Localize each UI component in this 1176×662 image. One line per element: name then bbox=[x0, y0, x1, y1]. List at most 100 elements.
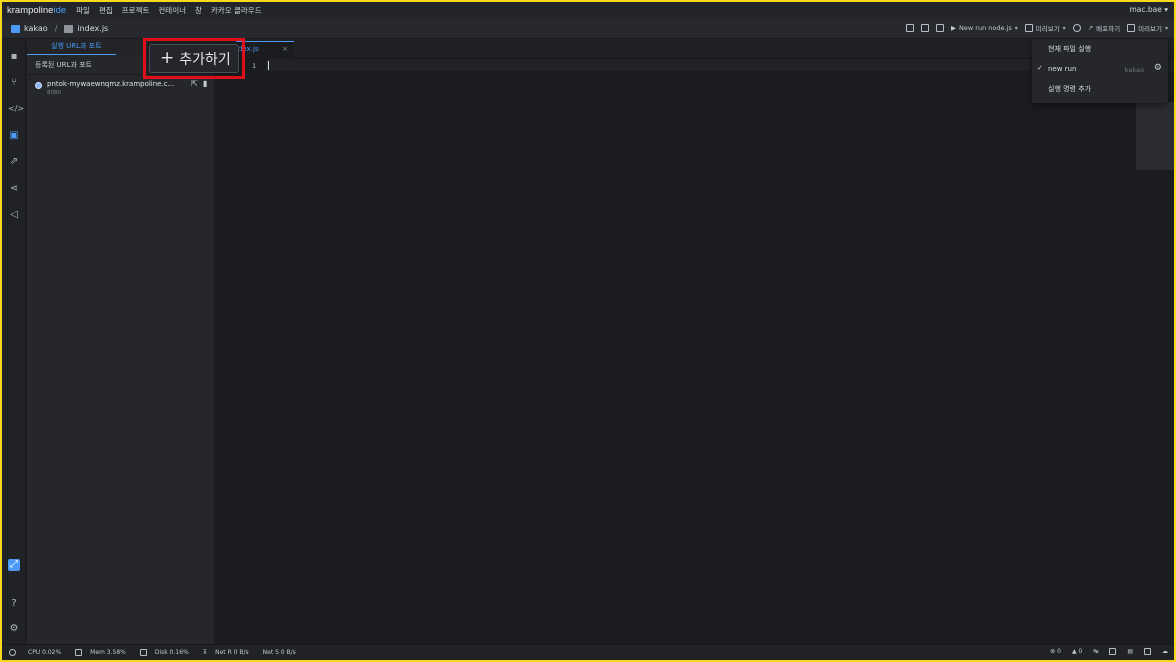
preview-layout-button[interactable]: 미리보기 ▾ bbox=[1127, 23, 1168, 33]
chevron-down-icon: ▾ bbox=[1164, 24, 1168, 32]
code-editor[interactable]: 1 bbox=[216, 57, 1174, 644]
briefcase-icon[interactable]: ▪ bbox=[8, 51, 20, 63]
play-icon: ▶ bbox=[951, 24, 957, 32]
breadcrumb: kakao / index.js bbox=[2, 24, 108, 33]
mem-value: Mem 3.58% bbox=[90, 649, 126, 656]
status-net-s: Net S 0 B/s bbox=[263, 649, 296, 656]
preview-button[interactable]: 미리보기 ▾ bbox=[1024, 23, 1066, 33]
toolbar: kakao / index.js ▶ New run node.js ▾ 미리보… bbox=[2, 19, 1174, 39]
minimap-scrollbar[interactable] bbox=[1136, 102, 1174, 170]
plus-icon: + bbox=[160, 48, 175, 68]
breadcrumb-separator: / bbox=[54, 24, 58, 33]
status-net-r: ⊼ Net R 0 B/s bbox=[203, 649, 249, 656]
add-button-label: 추가하기 bbox=[179, 51, 231, 68]
external-link-icon[interactable]: ⇗ bbox=[8, 156, 20, 168]
menu-item-run-current-file[interactable]: 현재 파일 실행 bbox=[1032, 39, 1168, 59]
cpu-value: CPU 0.02% bbox=[28, 649, 62, 656]
status-right: ⊗ 0 ▲ 0 ↹ ▤ ☁ bbox=[1050, 648, 1168, 655]
status-dot-icon bbox=[35, 82, 42, 89]
file-icon bbox=[64, 24, 74, 33]
menu-item-new-run[interactable]: ✓ new run kakao ⚙ bbox=[1032, 59, 1168, 79]
share-icon[interactable]: ⋖ bbox=[8, 183, 20, 195]
preview-icon bbox=[1024, 24, 1033, 32]
line-gutter bbox=[216, 57, 266, 644]
status-warnings[interactable]: ▲ 0 bbox=[1072, 648, 1082, 655]
line-number: 1 bbox=[252, 62, 256, 70]
close-icon[interactable]: × bbox=[282, 45, 288, 53]
deploy-button[interactable]: ↗ 배포하기 bbox=[1088, 23, 1120, 33]
help-icon[interactable]: ? bbox=[8, 598, 20, 610]
menu-item-label: 현재 파일 실행 bbox=[1048, 45, 1092, 53]
menu-item-label: new run bbox=[1048, 65, 1077, 73]
url-port: 8080 bbox=[47, 90, 61, 96]
ide-window: krampolineide 파일 편집 프로젝트 컨테이너 창 카카오 클라우드… bbox=[2, 2, 1174, 660]
menu-window[interactable]: 창 bbox=[195, 5, 202, 16]
gear-icon[interactable]: ⚙ bbox=[1154, 64, 1162, 73]
run-button[interactable]: ▶ New run node.js ▾ bbox=[951, 24, 1018, 32]
network-icon: ⊼ bbox=[202, 649, 208, 656]
screen-icon[interactable] bbox=[1144, 648, 1151, 655]
layout-icon bbox=[1127, 24, 1136, 32]
menu-item-label: 실행 명령 추가 bbox=[1048, 85, 1092, 93]
vscode-icon[interactable]: ◁ bbox=[8, 209, 20, 221]
run-dropdown-menu: 현재 파일 실행 ✓ new run kakao ⚙ 실행 명령 추가 bbox=[1032, 39, 1168, 103]
user-menu[interactable]: mac.bae ▾ bbox=[1129, 5, 1168, 14]
menu-bar: krampolineide 파일 편집 프로젝트 컨테이너 창 카카오 클라우드… bbox=[2, 2, 1174, 19]
chat-icon[interactable]: ▤ bbox=[1127, 648, 1133, 655]
indent-icon[interactable]: ↹ bbox=[1093, 648, 1098, 655]
code-icon[interactable]: </> bbox=[8, 103, 24, 115]
text-cursor bbox=[268, 61, 269, 70]
panel-icon[interactable] bbox=[1109, 648, 1117, 655]
chevron-down-icon: ▾ bbox=[1014, 24, 1018, 32]
disk-value: Disk 0.16% bbox=[154, 649, 189, 656]
disk-icon bbox=[139, 649, 147, 656]
warning-count: 0 bbox=[1078, 648, 1083, 655]
status-bar: CPU 0.02% Mem 3.58% Disk 0.16% ⊼ Net R 0… bbox=[2, 644, 1174, 660]
menu-file[interactable]: 파일 bbox=[76, 5, 90, 16]
menu-kakao-cloud[interactable]: 카카오 클라우드 bbox=[211, 5, 262, 16]
chevron-down-icon: ▾ bbox=[1062, 24, 1066, 32]
terminal-icon[interactable] bbox=[936, 24, 945, 32]
preview-button-label: 미리보기 bbox=[1035, 25, 1060, 33]
brand-main-text: krampoline bbox=[7, 5, 54, 16]
save-all-icon[interactable] bbox=[921, 24, 930, 32]
menu-item-meta: kakao bbox=[1124, 66, 1144, 74]
tab-run-url-port[interactable]: 실행 URL과 포트 bbox=[27, 41, 116, 55]
brand-ide-text: ide bbox=[53, 5, 67, 16]
menu-edit[interactable]: 편집 bbox=[99, 5, 113, 16]
toolbar-actions: ▶ New run node.js ▾ 미리보기 ▾ ↗ 배포하기 미리보기 ▾ bbox=[906, 23, 1168, 33]
error-count: 0 bbox=[1057, 648, 1061, 655]
memory-icon bbox=[75, 649, 83, 656]
preview-layout-label: 미리보기 bbox=[1138, 25, 1162, 33]
deploy-button-label: 배포하기 bbox=[1096, 25, 1121, 33]
git-branch-icon[interactable]: ⑂ bbox=[8, 77, 20, 89]
run-panel-icon[interactable]: ▣ bbox=[8, 130, 20, 142]
menu-project[interactable]: 프로젝트 bbox=[122, 5, 150, 16]
expand-icon[interactable]: ⤢ bbox=[8, 559, 20, 571]
run-url-panel: 실행 URL과 포트 등록된 URL과 포트 pntok-mywaewnqmz.… bbox=[27, 39, 215, 644]
brand-logo: krampolineide bbox=[2, 5, 66, 16]
breadcrumb-file[interactable]: index.js bbox=[77, 24, 108, 33]
save-icon[interactable] bbox=[906, 24, 915, 32]
net-s-value: Net S 0 B/s bbox=[262, 649, 296, 656]
status-cpu: CPU 0.02% bbox=[9, 649, 61, 656]
open-link-icon[interactable]: ⇱ bbox=[191, 80, 199, 88]
gear-icon[interactable]: ⚙ bbox=[8, 623, 20, 635]
globe-icon[interactable] bbox=[1072, 24, 1081, 32]
status-errors[interactable]: ⊗ 0 bbox=[1050, 648, 1061, 655]
project-icon bbox=[11, 24, 20, 33]
cpu-icon bbox=[9, 649, 16, 656]
activity-bar: ▪ ⑂ </> ▣ ⇗ ⋖ ◁ ⤢ ? ⚙ bbox=[2, 39, 26, 644]
menu-container[interactable]: 컨테이너 bbox=[158, 5, 186, 16]
url-text[interactable]: pntok-mywaewnqmz.krampoline.c... bbox=[47, 80, 214, 88]
status-disk: Disk 0.16% bbox=[139, 649, 189, 656]
net-r-value: Net R 0 B/s bbox=[215, 649, 249, 656]
status-mem: Mem 3.58% bbox=[75, 649, 126, 656]
cloud-icon[interactable]: ☁ bbox=[1162, 648, 1168, 655]
menu-item-add-run-command[interactable]: 실행 명령 추가 bbox=[1032, 79, 1168, 99]
add-button[interactable]: + 추가하기 bbox=[149, 44, 239, 73]
run-button-label: New run node.js bbox=[959, 24, 1012, 32]
delete-icon[interactable]: ▮ bbox=[203, 80, 211, 88]
editor-tab-bar: dex.js × bbox=[216, 39, 1174, 57]
breadcrumb-project[interactable]: kakao bbox=[24, 24, 48, 33]
